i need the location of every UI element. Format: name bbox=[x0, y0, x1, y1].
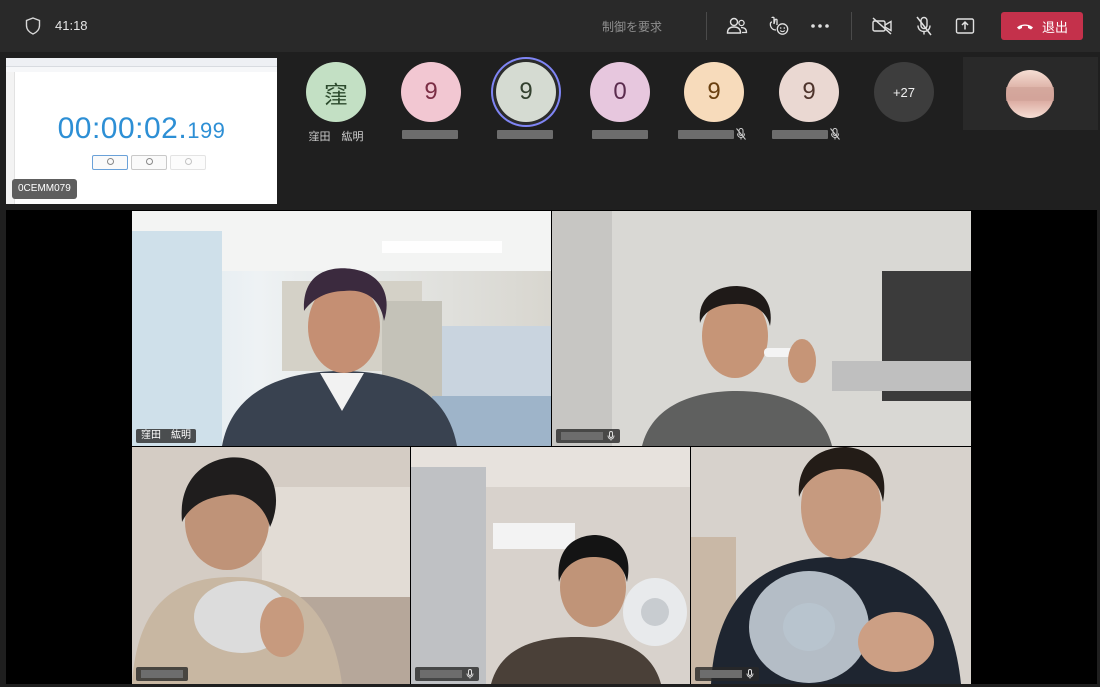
participant-name-redacted bbox=[402, 130, 458, 139]
presenter-tag: 0CEMM079 bbox=[12, 179, 77, 199]
avatar-initial: 窪 bbox=[324, 81, 348, 109]
avatar-initial: 9 bbox=[802, 78, 816, 105]
mic-off-icon bbox=[736, 128, 746, 140]
reactions-button[interactable] bbox=[767, 14, 791, 38]
participant-avatar[interactable]: 9 bbox=[779, 62, 839, 122]
mic-icon bbox=[466, 669, 474, 679]
more-participants-button[interactable]: +27 bbox=[874, 62, 934, 122]
mic-off-icon bbox=[916, 16, 932, 36]
participant-avatar[interactable]: 0 bbox=[590, 62, 650, 122]
mic-toggle-button[interactable] bbox=[912, 14, 936, 38]
participant-avatar[interactable]: 9 bbox=[401, 62, 461, 122]
mic-icon bbox=[607, 431, 615, 441]
video-tile[interactable] bbox=[552, 211, 971, 446]
video-tile[interactable] bbox=[411, 447, 690, 684]
video-tile-label bbox=[415, 667, 479, 681]
avatar-initial: 0 bbox=[613, 78, 627, 105]
toolbar-divider bbox=[851, 12, 852, 40]
video-tile-name: 窪田 紘明 bbox=[141, 430, 191, 441]
stopwatch-lap-button bbox=[131, 155, 167, 170]
avatar-initial: 9 bbox=[424, 78, 438, 105]
browser-address-bar bbox=[6, 67, 277, 72]
video-tile-name-redacted bbox=[700, 670, 742, 678]
reaction-icon bbox=[769, 16, 789, 35]
stopwatch-main: 00:00:02. bbox=[57, 112, 188, 145]
video-tile[interactable]: 窪田 紘明 bbox=[132, 211, 551, 446]
avatar-initial: 9 bbox=[519, 78, 533, 105]
participant-name: 窪田 紘明 bbox=[308, 131, 364, 143]
request-control-button[interactable]: 制御を要求 bbox=[602, 18, 662, 35]
more-icon bbox=[811, 24, 829, 28]
video-feed bbox=[132, 447, 410, 684]
participant-name-redacted bbox=[592, 130, 648, 139]
video-feed bbox=[691, 447, 971, 684]
more-actions-button[interactable] bbox=[808, 14, 832, 38]
phone-hangup-icon bbox=[1016, 24, 1033, 30]
meeting-toolbar: 41:18 制御を要求 退出 bbox=[0, 0, 1100, 52]
stopwatch-start-button bbox=[92, 155, 128, 170]
mic-icon bbox=[746, 669, 754, 679]
participant-name-redacted bbox=[678, 130, 734, 139]
video-tile-label bbox=[136, 667, 188, 681]
video-tile-label bbox=[695, 667, 759, 681]
participant-avatar-speaking[interactable]: 9 bbox=[496, 62, 556, 122]
video-tile[interactable] bbox=[691, 447, 971, 684]
camera-off-icon bbox=[872, 17, 892, 35]
self-view-blurred-avatar bbox=[1006, 70, 1054, 118]
participants-button[interactable] bbox=[725, 14, 749, 38]
stopwatch-ms: 199 bbox=[187, 118, 226, 143]
video-feed bbox=[132, 211, 551, 446]
video-tile-label bbox=[556, 429, 620, 443]
avatar-initial: 9 bbox=[707, 78, 721, 105]
browser-tab-bar bbox=[6, 58, 277, 67]
toolbar-divider bbox=[706, 12, 707, 40]
video-feed bbox=[411, 447, 690, 684]
call-timer: 41:18 bbox=[55, 18, 88, 33]
shield-icon[interactable] bbox=[25, 17, 41, 35]
overflow-count: +27 bbox=[892, 84, 916, 100]
participant-name-redacted bbox=[772, 130, 828, 139]
mic-off-icon bbox=[830, 128, 840, 140]
video-feed bbox=[552, 211, 971, 446]
stopwatch-reset-button bbox=[170, 155, 206, 170]
video-tile-name-redacted bbox=[561, 432, 603, 440]
video-tile-name-redacted bbox=[141, 670, 183, 678]
video-tile-label: 窪田 紘明 bbox=[136, 429, 196, 443]
self-view-tile[interactable] bbox=[963, 57, 1098, 130]
video-tile-name-redacted bbox=[420, 670, 462, 678]
leave-label: 退出 bbox=[1041, 19, 1068, 35]
share-icon bbox=[955, 18, 975, 34]
camera-toggle-button[interactable] bbox=[870, 14, 894, 38]
leave-button[interactable]: 退出 bbox=[1001, 12, 1083, 40]
share-content-button[interactable] bbox=[953, 14, 977, 38]
stopwatch-display: 00:00:02.199 bbox=[6, 112, 277, 146]
participant-avatar[interactable]: 窪 bbox=[306, 62, 366, 122]
video-stage: 窪田 紘明 bbox=[6, 210, 1097, 684]
video-tile[interactable] bbox=[132, 447, 410, 684]
participant-avatar[interactable]: 9 bbox=[684, 62, 744, 122]
people-icon bbox=[726, 17, 748, 34]
participant-name-redacted bbox=[497, 130, 553, 139]
